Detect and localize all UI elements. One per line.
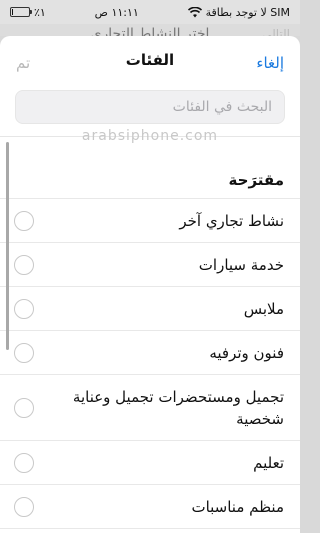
status-bar: ٪١ ١١:١١ ص لا توجد بطاقة SIM: [0, 0, 300, 24]
background-screen-title: اختر النشاط التجاري التالي: [0, 24, 300, 36]
clock: ١١:١١ ص: [94, 5, 139, 19]
battery-percent: ٪١: [34, 5, 46, 19]
list-item[interactable]: تعليم: [0, 441, 300, 485]
background-title: اختر النشاط التجاري: [90, 26, 210, 36]
radio-button[interactable]: [14, 254, 34, 275]
search-container: البحث في الفئات: [0, 90, 300, 124]
item-label: ملابس: [243, 299, 284, 318]
category-list: نشاط تجاري آخر خدمة سيارات ملابس فنون وت…: [0, 199, 300, 529]
carrier-label: لا توجد بطاقة SIM: [205, 5, 290, 19]
search-input[interactable]: البحث في الفئات: [15, 90, 285, 124]
radio-button[interactable]: [14, 342, 34, 363]
radio-button[interactable]: [14, 397, 34, 418]
item-label: خدمة سيارات: [198, 255, 284, 274]
list-item[interactable]: منظم مناسبات: [0, 485, 300, 529]
radio-button[interactable]: [14, 452, 34, 473]
list-item[interactable]: خدمة سيارات: [0, 243, 300, 287]
item-label: تجميل ومستحضرات تجميل وعناية شخصية: [72, 387, 284, 428]
done-button[interactable]: تم: [16, 54, 30, 72]
battery-icon: [10, 7, 32, 17]
categories-sheet: إلغاء الفئات تم البحث في الفئات arabsiph…: [0, 36, 300, 533]
radio-button[interactable]: [14, 298, 34, 319]
wifi-icon: [187, 6, 202, 17]
watermark: arabsiphone.com: [81, 128, 219, 144]
background-next-button: التالي: [262, 27, 290, 36]
list-item[interactable]: تجميل ومستحضرات تجميل وعناية شخصية: [0, 375, 300, 441]
item-label: نشاط تجاري آخر: [179, 211, 284, 230]
item-label: فنون وترفيه: [209, 343, 284, 362]
list-item[interactable]: فنون وترفيه: [0, 331, 300, 375]
carrier-group: لا توجد بطاقة SIM: [187, 5, 290, 19]
sheet-navbar: إلغاء الفئات تم: [0, 36, 300, 90]
search-placeholder: البحث في الفئات: [172, 99, 272, 115]
item-label: تعليم: [253, 453, 284, 472]
sheet-title: الفئات: [125, 51, 175, 69]
list-item[interactable]: ملابس: [0, 287, 300, 331]
cancel-button[interactable]: إلغاء: [256, 54, 284, 72]
item-label: منظم مناسبات: [191, 497, 284, 516]
radio-button[interactable]: [14, 210, 34, 231]
section-title: مقترَحة: [228, 171, 284, 189]
battery-group: ٪١: [10, 6, 46, 19]
list-item[interactable]: نشاط تجاري آخر: [0, 199, 300, 243]
radio-button[interactable]: [14, 496, 34, 517]
scroll-indicator[interactable]: [6, 142, 9, 350]
